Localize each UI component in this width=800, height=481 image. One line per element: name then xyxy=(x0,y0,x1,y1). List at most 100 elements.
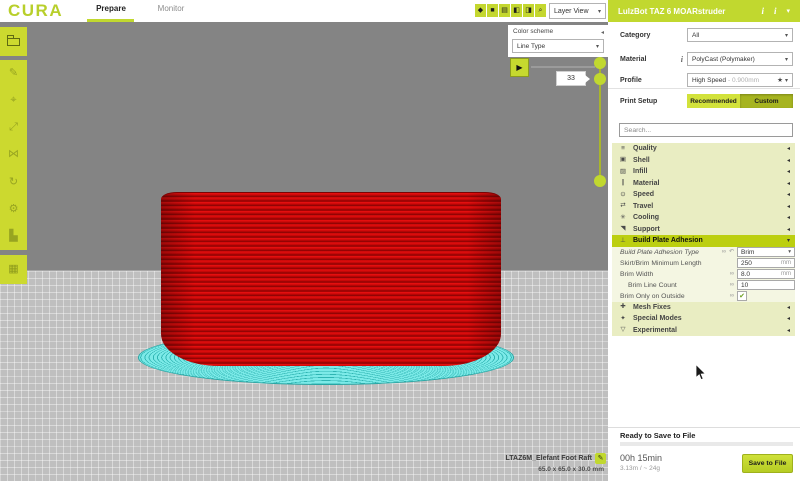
tab-monitor[interactable]: Monitor xyxy=(147,4,195,13)
material-dropdown[interactable]: PolyCast (Polymaker) ▾ xyxy=(687,52,793,66)
category-row-label: Infill xyxy=(633,168,647,175)
settings-categories: ≡ Quality ◂ ▣ Shell ◂ ▨ Infill ◂ ∥ xyxy=(612,143,795,235)
print-time-estimate: 00h 15min xyxy=(620,453,662,463)
info-icon[interactable]: i xyxy=(774,6,777,16)
category-row-label: Cooling xyxy=(633,214,659,221)
adhesion-type-value: Brim xyxy=(741,249,754,256)
category-dropdown[interactable]: All ▾ xyxy=(687,28,793,42)
chevron-down-icon: ▾ xyxy=(786,7,790,15)
settings-category-row-adhesion[interactable]: ⊥ Build Plate Adhesion ▾ xyxy=(612,235,795,247)
info-icon[interactable]: i xyxy=(681,55,683,64)
link-icon[interactable]: ∞ xyxy=(730,293,734,299)
check-icon: ✔ xyxy=(739,293,745,300)
layer-slider-current-handle[interactable] xyxy=(594,73,606,85)
color-scheme-dropdown[interactable]: Line Type ▾ xyxy=(512,39,604,53)
link-icon[interactable]: ∞ xyxy=(722,249,726,255)
model-3d[interactable] xyxy=(161,192,501,366)
folder-icon xyxy=(7,38,20,46)
brim-only-outside-checkbox[interactable]: ✔ xyxy=(737,291,747,301)
simulation-track[interactable] xyxy=(531,66,595,68)
settings-category-row[interactable]: ▽ Experimental ◂ xyxy=(612,325,795,337)
chevron-collapsed-icon: ◂ xyxy=(787,214,790,221)
star-icon[interactable]: ★ xyxy=(777,76,783,84)
chevron-down-icon: ▾ xyxy=(788,249,791,255)
settings-category-row[interactable]: ≡ Quality ◂ xyxy=(612,143,795,155)
field-value: 8.0 xyxy=(741,271,750,278)
chevron-down-icon: ▾ xyxy=(598,8,601,15)
skirt-min-length-field[interactable]: 250 mm xyxy=(737,258,795,268)
progress-bar xyxy=(620,442,793,446)
category-row-label: Shell xyxy=(633,157,650,164)
support-blocker-icon: ▦ xyxy=(8,264,18,275)
divider xyxy=(608,427,800,428)
settings-category-row[interactable]: ✳ Cooling ◂ xyxy=(612,212,795,224)
tool-blocks-icon[interactable]: ▙ xyxy=(0,223,27,250)
tool-edit-icon[interactable]: ✎ xyxy=(0,60,27,87)
view-front-icon[interactable]: ■ xyxy=(487,4,498,17)
rename-model-button[interactable]: ✎ xyxy=(595,453,606,464)
revert-icon[interactable]: ↶ xyxy=(729,249,734,255)
brim-width-field[interactable]: 8.0 mm xyxy=(737,269,795,279)
field-unit: mm xyxy=(781,271,791,277)
settings-category-row[interactable]: ▣ Shell ◂ xyxy=(612,155,795,167)
view-3d-icon[interactable]: ◆ xyxy=(475,4,486,17)
field-value: 250 xyxy=(741,260,752,267)
profile-dropdown[interactable]: High Speed - 0.900mm ★ ▾ xyxy=(687,73,793,87)
adhesion-icon: ⊥ xyxy=(618,238,628,245)
layer-slider-top-handle[interactable] xyxy=(594,57,606,69)
machine-header[interactable]: LulzBot TAZ 6 MOARstruder i i ▾ xyxy=(608,0,800,22)
chevron-collapsed-icon: ◂ xyxy=(787,315,790,322)
tool-move-icon[interactable]: ⌖ xyxy=(0,87,27,114)
layer-slider-bottom-handle[interactable] xyxy=(594,175,606,187)
view-right-icon[interactable]: ◨ xyxy=(523,4,534,17)
adhesion-type-dropdown[interactable]: Brim ▾ xyxy=(737,247,795,257)
settings-category-row[interactable]: ⊙ Speed ◂ xyxy=(612,189,795,201)
view-left-icon[interactable]: ◧ xyxy=(511,4,522,17)
chevron-down-icon: ▾ xyxy=(785,56,788,63)
view-zoom-icon[interactable]: ⌕ xyxy=(535,4,546,17)
custom-button[interactable]: Custom xyxy=(740,94,793,108)
active-tab-underline xyxy=(87,19,134,22)
category-row-label: Travel xyxy=(633,203,653,210)
category-value: All xyxy=(692,32,699,39)
chevron-down-icon: ▾ xyxy=(785,32,788,39)
chevron-collapsed-icon: ◂ xyxy=(787,191,790,198)
model-name: LTAZ6M_Elefant Foot Raft xyxy=(506,455,592,462)
category-label: Category xyxy=(620,32,650,39)
collapse-icon[interactable]: ◂ xyxy=(601,29,604,36)
tool-group: ✎ ⌖ ⤢ ⋈ ↻ ⚙ ▙ xyxy=(0,60,27,250)
tool-permodel-icon[interactable]: ⚙ xyxy=(0,196,27,223)
settings-category-row[interactable]: ◥ Support ◂ xyxy=(612,224,795,236)
setting-label: Brim Only on Outside xyxy=(620,293,685,300)
color-scheme-panel: Color scheme ◂ Line Type ▾ xyxy=(508,25,608,57)
tool-mirror-icon[interactable]: ⋈ xyxy=(0,141,27,168)
simulation-play-button[interactable]: ▶ xyxy=(510,58,529,77)
info-icon[interactable]: i xyxy=(761,6,764,16)
link-icon[interactable]: ∞ xyxy=(730,282,734,288)
settings-category-row[interactable]: ✦ Special Modes ◂ xyxy=(612,313,795,325)
tab-prepare[interactable]: Prepare xyxy=(87,4,135,13)
quality-icon: ≡ xyxy=(618,146,628,153)
settings-category-row[interactable]: ▨ Infill ◂ xyxy=(612,166,795,178)
tool-rotate-icon[interactable]: ↻ xyxy=(0,169,27,196)
settings-category-row[interactable]: ⇄ Travel ◂ xyxy=(612,201,795,213)
category-row-label: Speed xyxy=(633,191,654,198)
viewport-3d[interactable]: ✎ ⌖ ⤢ ⋈ ↻ ⚙ ▙ ▦ xyxy=(0,22,608,481)
link-icon[interactable]: ∞ xyxy=(730,271,734,277)
support-icon: ◥ xyxy=(618,226,628,233)
search-input[interactable] xyxy=(619,123,793,137)
recommended-button[interactable]: Recommended xyxy=(687,94,740,108)
view-mode-dropdown[interactable]: Layer View ▾ xyxy=(549,3,606,19)
chevron-collapsed-icon: ◂ xyxy=(787,145,790,152)
settings-category-row[interactable]: ∥ Material ◂ xyxy=(612,178,795,190)
field-value: 10 xyxy=(741,282,748,289)
open-file-button[interactable] xyxy=(0,27,27,56)
view-top-icon[interactable]: ▤ xyxy=(499,4,510,17)
support-blocker-button[interactable]: ▦ xyxy=(0,255,27,284)
material-icon: ∥ xyxy=(618,180,628,187)
settings-category-row[interactable]: ✚ Mesh Fixes ◂ xyxy=(612,302,795,314)
brim-line-count-field[interactable]: 10 xyxy=(737,280,795,290)
tool-scale-icon[interactable]: ⤢ xyxy=(0,114,27,141)
save-to-file-button[interactable]: Save to File xyxy=(742,454,793,473)
experimental-icon: ▽ xyxy=(618,327,628,334)
